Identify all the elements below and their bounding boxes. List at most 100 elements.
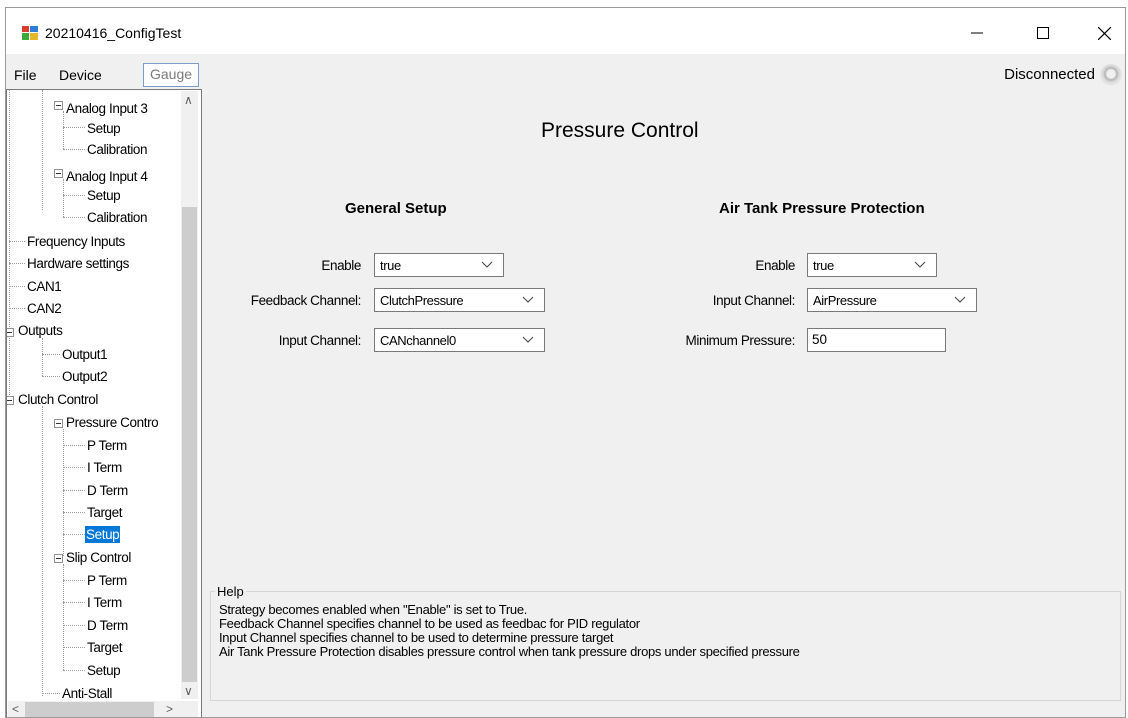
- enable-dropdown-value: true: [380, 258, 401, 273]
- chevron-down-icon: [954, 296, 966, 303]
- tree-connector: [63, 512, 85, 513]
- air-tank-input-channel-label: Input Channel:: [712, 293, 796, 308]
- minimum-pressure-input[interactable]: 50: [807, 328, 946, 352]
- connection-status: Disconnected: [1004, 66, 1095, 83]
- collapse-icon[interactable]: [54, 169, 63, 178]
- tree-item-clutch-control[interactable]: Clutch Control: [17, 391, 99, 408]
- tree-item-can1[interactable]: CAN1: [26, 278, 62, 295]
- tree-horizontal-scrollbar[interactable]: < >: [8, 701, 198, 717]
- horizontal-scroll-thumb[interactable]: [25, 702, 154, 717]
- tree-item-pc-target[interactable]: Target: [86, 504, 123, 521]
- scroll-right-icon[interactable]: >: [166, 702, 173, 716]
- tree-item-pc-p-term[interactable]: P Term: [86, 437, 128, 454]
- minimize-button[interactable]: [954, 17, 1000, 49]
- minimize-icon: [971, 32, 983, 34]
- input-channel-label: Input Channel:: [278, 333, 362, 348]
- chevron-down-icon: [914, 261, 926, 268]
- collapse-icon[interactable]: [54, 554, 63, 563]
- tree-item-sc-p-term[interactable]: P Term: [86, 572, 128, 589]
- tree-connector: [63, 467, 85, 468]
- menu-bar: File Device Gauge: [6, 61, 1125, 87]
- air-tank-input-channel-value: AirPressure: [813, 293, 877, 308]
- navigation-tree[interactable]: Analog Input 3 Setup Calibration Analog …: [6, 89, 202, 717]
- tree-connector: [9, 308, 25, 309]
- tree-item-ai4-calibration[interactable]: Calibration: [86, 209, 148, 226]
- air-tank-input-channel-dropdown[interactable]: AirPressure: [807, 288, 977, 312]
- scroll-up-icon[interactable]: ∧: [184, 93, 193, 107]
- tree-connector: [63, 429, 64, 556]
- status-led-icon: [1100, 64, 1122, 86]
- tree-connector: [63, 111, 64, 149]
- menu-gauge[interactable]: Gauge: [143, 63, 200, 87]
- tree-connector: [9, 241, 25, 242]
- general-setup-heading: General Setup: [345, 200, 447, 217]
- scroll-down-icon[interactable]: ∨: [184, 684, 193, 698]
- collapse-icon[interactable]: [54, 419, 63, 428]
- tree-item-pc-setup[interactable]: Setup: [85, 526, 121, 543]
- tree-item-analog-input-4[interactable]: Analog Input 4: [65, 168, 148, 185]
- tree-connector: [9, 286, 25, 287]
- tree-item-analog-input-3[interactable]: Analog Input 3: [65, 100, 148, 117]
- tree-item-output1[interactable]: Output1: [61, 346, 108, 363]
- tree-item-pc-i-term[interactable]: I Term: [86, 459, 123, 476]
- vertical-scroll-thumb[interactable]: [182, 207, 197, 682]
- tree-connector: [42, 406, 43, 696]
- maximize-icon: [1037, 27, 1049, 39]
- app-window-icon: [22, 26, 38, 40]
- tree-item-slip-control[interactable]: Slip Control: [65, 549, 132, 566]
- help-line: Strategy becomes enabled when "Enable" i…: [219, 602, 528, 617]
- collapse-icon[interactable]: [7, 396, 14, 405]
- help-text: Strategy becomes enabled when "Enable" i…: [219, 603, 800, 659]
- tree-connector: [63, 534, 85, 535]
- tree-item-sc-d-term[interactable]: D Term: [86, 617, 129, 634]
- tree-connector: [63, 127, 85, 128]
- scroll-left-icon[interactable]: <: [12, 702, 19, 716]
- maximize-button[interactable]: [1020, 17, 1066, 49]
- air-tank-heading: Air Tank Pressure Protection: [719, 200, 925, 217]
- menu-file[interactable]: File: [8, 65, 43, 89]
- tree-item-sc-target[interactable]: Target: [86, 639, 123, 656]
- tree-item-pc-d-term[interactable]: D Term: [86, 482, 129, 499]
- input-channel-value: CANchannel0: [380, 333, 456, 348]
- tree-connector: [63, 149, 85, 150]
- tree-item-outputs[interactable]: Outputs: [17, 322, 63, 339]
- tree-connector: [9, 90, 10, 401]
- tree-connector: [42, 376, 60, 377]
- tree-connector: [63, 625, 85, 626]
- menu-device[interactable]: Device: [53, 65, 108, 89]
- feedback-channel-dropdown[interactable]: ClutchPressure: [374, 288, 545, 312]
- tree-item-output2[interactable]: Output2: [61, 368, 108, 385]
- tree-connector: [42, 90, 43, 210]
- tree-connector: [42, 338, 43, 376]
- chevron-down-icon: [522, 336, 534, 343]
- tree-item-anti-stall[interactable]: Anti-Stall: [61, 685, 113, 702]
- feedback-channel-label: Feedback Channel:: [250, 293, 362, 308]
- tree-item-frequency-inputs[interactable]: Frequency Inputs: [26, 233, 126, 250]
- tree-item-ai4-setup[interactable]: Setup: [86, 187, 121, 204]
- tree-item-sc-setup[interactable]: Setup: [86, 662, 121, 679]
- tree-item-pressure-control[interactable]: Pressure Contro: [65, 414, 159, 431]
- air-tank-enable-dropdown[interactable]: true: [807, 253, 937, 277]
- tree-connector: [9, 263, 25, 264]
- title-bar[interactable]: 20210416_ConfigTest: [6, 8, 1125, 54]
- tree-item-can2[interactable]: CAN2: [26, 300, 62, 317]
- help-line: Input Channel specifies channel to be us…: [219, 630, 614, 645]
- tree-item-ai3-calibration[interactable]: Calibration: [86, 141, 148, 158]
- tree-connector: [63, 490, 85, 491]
- input-channel-dropdown[interactable]: CANchannel0: [374, 328, 545, 352]
- close-button[interactable]: [1081, 17, 1125, 49]
- tree-item-sc-i-term[interactable]: I Term: [86, 594, 123, 611]
- enable-dropdown[interactable]: true: [374, 253, 504, 277]
- collapse-icon[interactable]: [54, 101, 63, 110]
- close-icon: [1097, 26, 1111, 40]
- air-tank-enable-label: Enable: [755, 258, 795, 273]
- tree-connector: [63, 647, 85, 648]
- app-window: 20210416_ConfigTest File Device Gauge Di…: [5, 7, 1126, 718]
- tree-vertical-scrollbar[interactable]: ∧ ∨: [181, 91, 198, 699]
- collapse-icon[interactable]: [7, 328, 14, 337]
- tree-connector: [42, 693, 60, 694]
- chevron-down-icon: [481, 261, 493, 268]
- tree-item-hardware-settings[interactable]: Hardware settings: [26, 255, 130, 272]
- tree-item-ai3-setup[interactable]: Setup: [86, 120, 121, 137]
- tree-connector: [63, 217, 85, 218]
